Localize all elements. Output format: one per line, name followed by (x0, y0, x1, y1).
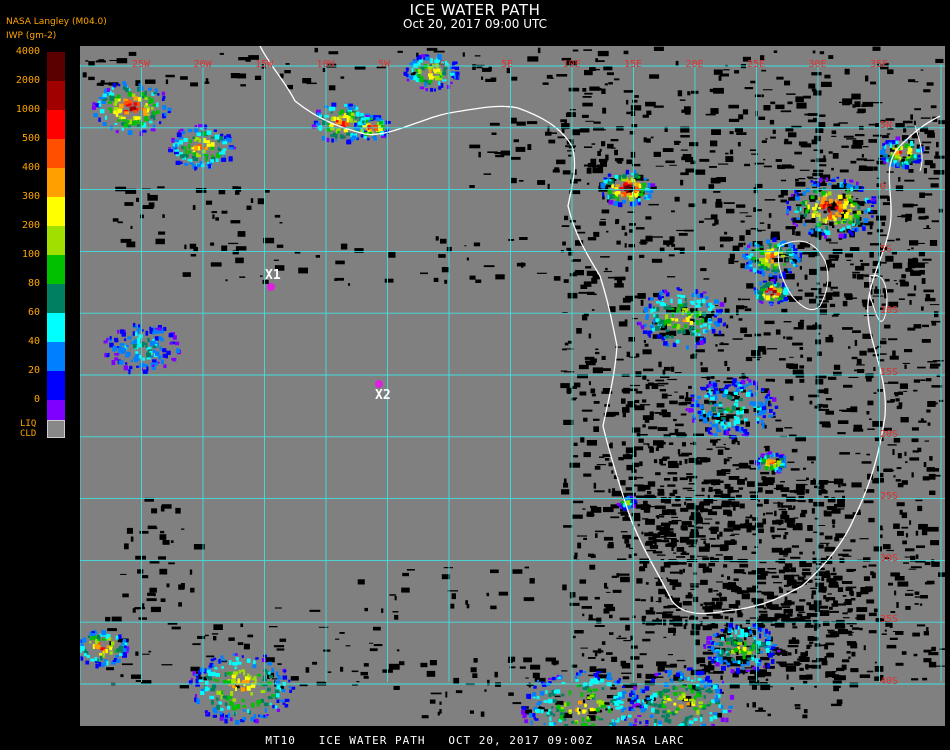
legend-swatch-20 (47, 371, 65, 400)
lon-label-10E: 10E (562, 59, 581, 70)
lon-label-15E: 15E (624, 59, 643, 70)
legend-label-200: 200 (21, 220, 40, 231)
legend-swatch-200 (47, 226, 65, 255)
legend-label-2000: 2000 (15, 75, 40, 86)
units-label: IWP (gm-2) (6, 31, 57, 41)
legend-swatch-400 (47, 168, 65, 197)
lat-label-5S: 5S (880, 243, 893, 255)
legend-swatch-500 (47, 139, 65, 168)
site-x2-label: X2 (375, 388, 391, 403)
lon-label-5W: 5W (378, 59, 391, 70)
liquid-cloud-swatch (47, 420, 65, 438)
lon-label-25W: 25W (132, 59, 151, 70)
legend-swatch-40 (47, 342, 65, 371)
legend-swatch-60 (47, 313, 65, 342)
map-canvas (80, 46, 945, 726)
lat-label-20S: 20S (880, 429, 899, 440)
lon-label-0: 0 (439, 59, 446, 70)
lat-label-10S: 10S (880, 305, 899, 317)
site-x1-label: X1 (265, 268, 281, 283)
lat-label-40S: 40S (880, 676, 899, 688)
site-x1-marker[interactable] (267, 283, 275, 291)
liquid-cloud-label-bottom: CLD (20, 429, 37, 439)
legend-label-60: 60 (27, 307, 40, 318)
legend-label-4000: 4000 (15, 46, 40, 57)
data-source-label: NASA Langley (M04.0) (6, 17, 107, 27)
legend-label-40: 40 (27, 336, 40, 347)
footer-caption: MT10 ICE WATER PATH OCT 20, 2017 09:00Z … (265, 734, 685, 747)
lon-label-5E: 5E (501, 59, 514, 70)
lon-label-15W: 15W (255, 59, 274, 70)
lon-label-25E: 25E (747, 59, 766, 70)
legend-swatch-4000 (47, 52, 65, 81)
legend-swatch-100 (47, 255, 65, 284)
lon-label-20E: 20E (685, 59, 704, 70)
lon-label-10W: 10W (316, 59, 335, 70)
legend-label-300: 300 (21, 191, 40, 202)
legend-label-0: 0 (33, 394, 40, 405)
lat-label-15S: 15S (880, 367, 899, 379)
legend-swatch-2000 (47, 81, 65, 110)
legend-label-400: 400 (21, 162, 40, 173)
lat-label-5N: 5N (880, 120, 893, 131)
legend-label-100: 100 (21, 249, 40, 260)
legend-label-1000: 1000 (15, 104, 40, 115)
map-timestamp: Oct 20, 2017 09:00 UTC (403, 17, 547, 31)
lat-label-0: 0 (880, 181, 887, 193)
lat-label-35S: 35S (880, 614, 899, 626)
site-x2-marker[interactable] (375, 380, 383, 388)
liquid-cloud-label-top: LIQ (20, 419, 37, 429)
satellite-map: 25W 20W 15W 10W 5W 0 5E 10E 15E 20E 25E 30E 35E 5N 0 5… (80, 46, 945, 726)
legend-label-20: 20 (27, 365, 40, 376)
lon-label-30E: 30E (808, 59, 827, 70)
lon-label-35E: 35E (870, 59, 889, 70)
lat-label-30S: 30S (880, 552, 899, 564)
legend-swatch-1000 (47, 110, 65, 139)
legend-label-500: 500 (21, 133, 40, 144)
lon-label-20W: 20W (193, 59, 212, 70)
lat-label-25S: 25S (880, 490, 899, 502)
legend-swatch-80 (47, 284, 65, 313)
color-legend: 4000 2000 1000 500 400 300 200 100 80 60 40 20 0 (0, 46, 80, 445)
legend-label-80: 80 (27, 278, 40, 289)
legend-swatch-300 (47, 197, 65, 226)
